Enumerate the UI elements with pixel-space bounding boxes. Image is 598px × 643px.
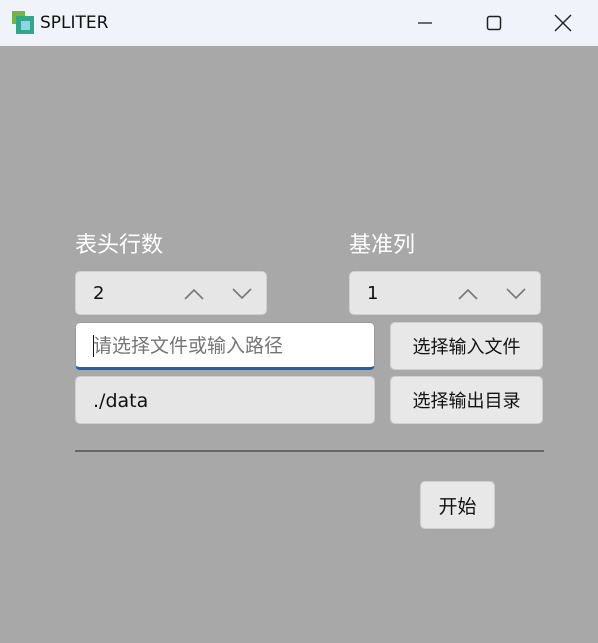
header-rows-spinner[interactable]: 2	[75, 271, 267, 315]
increment-button[interactable]	[180, 280, 208, 308]
decrement-button[interactable]	[502, 280, 530, 308]
app-icon	[12, 11, 34, 34]
increment-button[interactable]	[454, 280, 482, 308]
close-icon	[554, 14, 572, 32]
base-column-spinner[interactable]: 1	[349, 271, 541, 315]
title-bar: SPLITER	[0, 0, 598, 46]
header-rows-label: 表头行数	[75, 233, 164, 258]
base-column-value: 1	[367, 283, 379, 304]
chevron-up-icon	[184, 288, 204, 300]
output-dir-value: ./data	[93, 390, 149, 412]
header-rows-value: 2	[93, 283, 105, 304]
minimize-button[interactable]	[390, 0, 460, 46]
divider	[75, 450, 544, 452]
close-button[interactable]	[528, 0, 598, 46]
chevron-down-icon	[232, 288, 252, 300]
base-column-label: 基准列	[349, 233, 416, 258]
output-dir-field[interactable]: ./data	[75, 376, 375, 424]
chevron-down-icon	[506, 288, 526, 300]
input-path-field[interactable]	[75, 322, 375, 370]
select-output-dir-button[interactable]: 选择输出目录	[390, 376, 543, 424]
maximize-button[interactable]	[459, 0, 529, 46]
start-button[interactable]: 开始	[420, 481, 495, 529]
input-path-input[interactable]	[93, 332, 363, 360]
window-title: SPLITER	[40, 13, 109, 33]
select-input-file-button[interactable]: 选择输入文件	[390, 322, 543, 370]
maximize-icon	[486, 15, 502, 31]
chevron-up-icon	[458, 288, 478, 300]
minimize-icon	[418, 22, 432, 24]
decrement-button[interactable]	[228, 280, 256, 308]
